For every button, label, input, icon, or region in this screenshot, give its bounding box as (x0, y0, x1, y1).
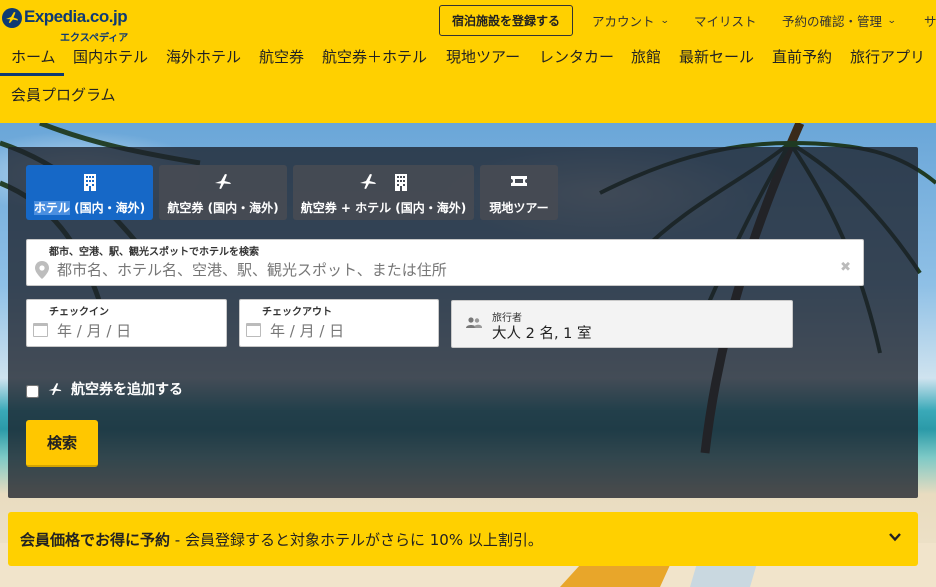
support-menu[interactable]: サ (924, 11, 936, 30)
logo-kana: エクスペディア (60, 33, 129, 44)
search-button[interactable]: 検索 (26, 420, 98, 467)
register-property-button[interactable]: 宿泊施設を登録する (439, 5, 573, 36)
add-flight-checkbox[interactable] (26, 384, 39, 398)
banner-bold-text: 会員価格でお得に予約 (20, 531, 171, 549)
support-label: サ (924, 14, 936, 29)
nav-item-domestic-hotels[interactable]: 国内ホテル (73, 46, 148, 67)
tab-flights-label: 航空券 (国内・海外) (167, 201, 279, 215)
chevron-down-icon: ⌄ (886, 15, 897, 26)
booking-manage-menu[interactable]: 予約の確認・管理 ⌄ (782, 11, 897, 30)
mylist-link[interactable]: マイリスト (694, 11, 757, 30)
travellers-value: 大人 2 名, 1 室 (492, 326, 592, 342)
tab-flight-hotel[interactable]: 航空券 + ホテル (国内・海外) (293, 165, 474, 220)
chevron-down-icon[interactable] (888, 530, 902, 544)
nav-item-app[interactable]: 旅行アプリ (850, 46, 925, 67)
booking-manage-label: 予約の確認・管理 (782, 14, 883, 29)
mylist-label: マイリスト (694, 14, 757, 29)
nav-item-last-minute[interactable]: 直前予約 (772, 46, 832, 67)
tab-tours-label: 現地ツアー (489, 201, 549, 215)
destination-field: 都市、空港、駅、観光スポットでホテルを検索 ✖ (26, 239, 864, 286)
airplane-icon (215, 174, 231, 189)
clear-icon[interactable]: ✖ (840, 260, 851, 275)
airplane-icon (48, 382, 62, 395)
nav-item-car-rental[interactable]: レンタカー (539, 46, 614, 67)
destination-label: 都市、空港、駅、観光スポットでホテルを検索 (49, 247, 259, 258)
tab-flights[interactable]: 航空券 (国内・海外) (159, 165, 287, 220)
member-price-banner[interactable]: 会員価格でお得に予約 - 会員登録すると対象ホテルがさらに 10% 以上割引。 (8, 512, 918, 566)
chevron-down-icon: ⌄ (659, 15, 670, 26)
banner-text: 会員価格でお得に予約 - 会員登録すると対象ホテルがさらに 10% 以上割引。 (20, 529, 543, 550)
nav-item-tours[interactable]: 現地ツアー (446, 46, 520, 67)
tab-flight-hotel-label: 航空券 + ホテル (国内・海外) (300, 201, 467, 215)
nav-item-overseas-hotels[interactable]: 海外ホテル (166, 46, 241, 67)
checkout-label: チェックアウト (262, 307, 332, 318)
nav-item-member-program[interactable]: 会員プログラム (11, 84, 116, 105)
expedia-logo[interactable]: Expedia.co.jp エクスペディア (2, 6, 129, 44)
add-flight-option[interactable]: 航空券を追加する (26, 379, 183, 399)
checkout-field: チェックアウト (239, 299, 439, 347)
ticket-icon (511, 176, 527, 186)
nav-item-flights[interactable]: 航空券 (259, 46, 304, 67)
account-label: アカウント (592, 14, 655, 29)
tab-hotels-label: ホテル (国内・海外) (33, 201, 146, 215)
checkin-label: チェックイン (49, 307, 109, 318)
checkin-input[interactable] (57, 320, 217, 342)
search-panel: ホテル (国内・海外) 航空券 (国内・海外) 航空券 + ホテル (国内・海外… (8, 147, 918, 498)
account-menu[interactable]: アカウント ⌄ (592, 11, 670, 30)
banner-rest-text: - 会員登録すると対象ホテルがさらに 10% 以上割引。 (170, 531, 543, 549)
destination-input[interactable] (57, 258, 817, 282)
building-icon (83, 174, 96, 191)
calendar-icon (246, 323, 261, 337)
tab-tours[interactable]: 現地ツアー (480, 165, 558, 220)
active-nav-indicator (0, 73, 64, 76)
nav-item-ryokan[interactable]: 旅館 (631, 46, 661, 67)
nav-item-sale[interactable]: 最新セール (679, 46, 754, 67)
users-icon (466, 317, 482, 328)
travellers-selector[interactable]: 旅行者 大人 2 名, 1 室 (451, 300, 793, 348)
nav-item-home[interactable]: ホーム (11, 46, 56, 67)
logo-wordmark: Expedia.co.jp (24, 7, 128, 26)
building-icon (394, 174, 407, 191)
checkout-input[interactable] (270, 320, 430, 342)
site-header: Expedia.co.jp エクスペディア 宿泊施設を登録する アカウント ⌄ … (0, 0, 936, 123)
nav-item-flight-hotel[interactable]: 航空券＋ホテル (322, 46, 427, 67)
calendar-icon (33, 323, 48, 337)
checkin-field: チェックイン (26, 299, 227, 347)
airplane-icon (359, 174, 376, 189)
airplane-globe-icon (2, 8, 22, 28)
add-flight-label: 航空券を追加する (71, 382, 183, 398)
map-pin-icon (35, 261, 49, 279)
tab-hotels[interactable]: ホテル (国内・海外) (26, 165, 153, 220)
